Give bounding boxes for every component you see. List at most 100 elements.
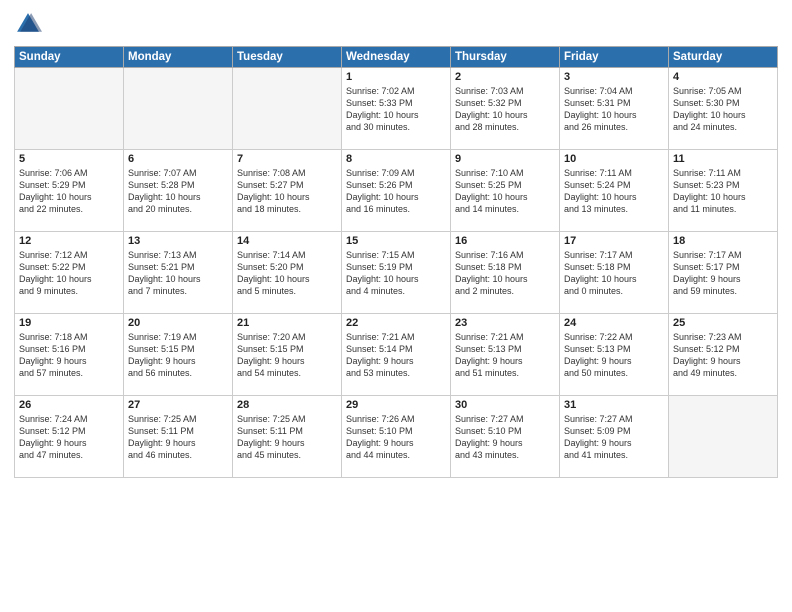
calendar-header-wednesday: Wednesday <box>342 47 451 68</box>
logo <box>14 10 46 38</box>
day-info: Sunrise: 7:04 AM Sunset: 5:31 PM Dayligh… <box>564 85 664 134</box>
day-info: Sunrise: 7:27 AM Sunset: 5:10 PM Dayligh… <box>455 413 555 462</box>
calendar-cell: 9 Sunrise: 7:10 AM Sunset: 5:25 PM Daylig… <box>451 150 560 232</box>
calendar-cell <box>669 396 778 478</box>
day-info: Sunrise: 7:18 AM Sunset: 5:16 PM Dayligh… <box>19 331 119 380</box>
day-number: 16 <box>455 235 555 247</box>
calendar-cell: 15 Sunrise: 7:15 AM Sunset: 5:19 PM Dayli… <box>342 232 451 314</box>
day-number: 14 <box>237 235 337 247</box>
day-info: Sunrise: 7:25 AM Sunset: 5:11 PM Dayligh… <box>237 413 337 462</box>
calendar-cell: 31 Sunrise: 7:27 AM Sunset: 5:09 PM Dayli… <box>560 396 669 478</box>
calendar-cell: 28 Sunrise: 7:25 AM Sunset: 5:11 PM Dayli… <box>233 396 342 478</box>
day-number: 29 <box>346 399 446 411</box>
calendar-cell: 17 Sunrise: 7:17 AM Sunset: 5:18 PM Dayli… <box>560 232 669 314</box>
header <box>14 10 778 38</box>
calendar-header-friday: Friday <box>560 47 669 68</box>
calendar-header-sunday: Sunday <box>15 47 124 68</box>
day-info: Sunrise: 7:09 AM Sunset: 5:26 PM Dayligh… <box>346 167 446 216</box>
day-number: 5 <box>19 153 119 165</box>
day-number: 20 <box>128 317 228 329</box>
calendar-cell: 25Sunrise: 7:23 AM Sunset: 5:12 PM Dayli… <box>669 314 778 396</box>
calendar-cell <box>233 68 342 150</box>
day-info: Sunrise: 7:03 AM Sunset: 5:32 PM Dayligh… <box>455 85 555 134</box>
day-number: 7 <box>237 153 337 165</box>
day-number: 19 <box>19 317 119 329</box>
day-number: 24 <box>564 317 664 329</box>
day-info: Sunrise: 7:06 AM Sunset: 5:29 PM Dayligh… <box>19 167 119 216</box>
day-info: Sunrise: 7:24 AM Sunset: 5:12 PM Dayligh… <box>19 413 119 462</box>
calendar-header-thursday: Thursday <box>451 47 560 68</box>
calendar-cell: 21 Sunrise: 7:20 AM Sunset: 5:15 PM Dayli… <box>233 314 342 396</box>
calendar-cell: 4 Sunrise: 7:05 AM Sunset: 5:30 PM Daylig… <box>669 68 778 150</box>
calendar-cell: 27 Sunrise: 7:25 AM Sunset: 5:11 PM Dayli… <box>124 396 233 478</box>
day-number: 6 <box>128 153 228 165</box>
day-info: Sunrise: 7:21 AM Sunset: 5:13 PM Dayligh… <box>455 331 555 380</box>
day-info: Sunrise: 7:19 AM Sunset: 5:15 PM Dayligh… <box>128 331 228 380</box>
day-info: Sunrise: 7:22 AM Sunset: 5:13 PM Dayligh… <box>564 331 664 380</box>
day-number: 12 <box>19 235 119 247</box>
calendar-cell: 23 Sunrise: 7:21 AM Sunset: 5:13 PM Dayli… <box>451 314 560 396</box>
calendar-cell: 19 Sunrise: 7:18 AM Sunset: 5:16 PM Dayli… <box>15 314 124 396</box>
day-info: Sunrise: 7:05 AM Sunset: 5:30 PM Dayligh… <box>673 85 773 134</box>
day-number: 30 <box>455 399 555 411</box>
day-number: 27 <box>128 399 228 411</box>
calendar-cell: 18Sunrise: 7:17 AM Sunset: 5:17 PM Dayli… <box>669 232 778 314</box>
calendar-week-row: 5 Sunrise: 7:06 AM Sunset: 5:29 PM Daylig… <box>15 150 778 232</box>
calendar-cell: 30 Sunrise: 7:27 AM Sunset: 5:10 PM Dayli… <box>451 396 560 478</box>
day-number: 9 <box>455 153 555 165</box>
calendar-cell: 26Sunrise: 7:24 AM Sunset: 5:12 PM Dayli… <box>15 396 124 478</box>
calendar-week-row: 1 Sunrise: 7:02 AM Sunset: 5:33 PM Daylig… <box>15 68 778 150</box>
day-info: Sunrise: 7:21 AM Sunset: 5:14 PM Dayligh… <box>346 331 446 380</box>
day-info: Sunrise: 7:26 AM Sunset: 5:10 PM Dayligh… <box>346 413 446 462</box>
calendar-cell: 7 Sunrise: 7:08 AM Sunset: 5:27 PM Daylig… <box>233 150 342 232</box>
day-number: 21 <box>237 317 337 329</box>
calendar-cell: 16 Sunrise: 7:16 AM Sunset: 5:18 PM Dayli… <box>451 232 560 314</box>
day-number: 17 <box>564 235 664 247</box>
calendar-cell <box>15 68 124 150</box>
calendar-header-monday: Monday <box>124 47 233 68</box>
day-info: Sunrise: 7:16 AM Sunset: 5:18 PM Dayligh… <box>455 249 555 298</box>
day-info: Sunrise: 7:08 AM Sunset: 5:27 PM Dayligh… <box>237 167 337 216</box>
calendar-cell: 5 Sunrise: 7:06 AM Sunset: 5:29 PM Daylig… <box>15 150 124 232</box>
day-info: Sunrise: 7:02 AM Sunset: 5:33 PM Dayligh… <box>346 85 446 134</box>
day-info: Sunrise: 7:12 AM Sunset: 5:22 PM Dayligh… <box>19 249 119 298</box>
day-info: Sunrise: 7:27 AM Sunset: 5:09 PM Dayligh… <box>564 413 664 462</box>
day-number: 18 <box>673 235 773 247</box>
day-info: Sunrise: 7:17 AM Sunset: 5:18 PM Dayligh… <box>564 249 664 298</box>
calendar-cell: 6 Sunrise: 7:07 AM Sunset: 5:28 PM Daylig… <box>124 150 233 232</box>
calendar-cell: 14Sunrise: 7:14 AM Sunset: 5:20 PM Dayli… <box>233 232 342 314</box>
day-number: 3 <box>564 71 664 83</box>
day-number: 22 <box>346 317 446 329</box>
day-info: Sunrise: 7:10 AM Sunset: 5:25 PM Dayligh… <box>455 167 555 216</box>
day-number: 23 <box>455 317 555 329</box>
calendar-week-row: 12 Sunrise: 7:12 AM Sunset: 5:22 PM Dayli… <box>15 232 778 314</box>
day-number: 31 <box>564 399 664 411</box>
calendar-header-tuesday: Tuesday <box>233 47 342 68</box>
day-info: Sunrise: 7:25 AM Sunset: 5:11 PM Dayligh… <box>128 413 228 462</box>
calendar-header-saturday: Saturday <box>669 47 778 68</box>
calendar-cell <box>124 68 233 150</box>
day-info: Sunrise: 7:15 AM Sunset: 5:19 PM Dayligh… <box>346 249 446 298</box>
day-info: Sunrise: 7:07 AM Sunset: 5:28 PM Dayligh… <box>128 167 228 216</box>
day-number: 15 <box>346 235 446 247</box>
calendar-cell: 10Sunrise: 7:11 AM Sunset: 5:24 PM Dayli… <box>560 150 669 232</box>
day-number: 28 <box>237 399 337 411</box>
day-number: 2 <box>455 71 555 83</box>
calendar-cell: 3 Sunrise: 7:04 AM Sunset: 5:31 PM Daylig… <box>560 68 669 150</box>
day-info: Sunrise: 7:13 AM Sunset: 5:21 PM Dayligh… <box>128 249 228 298</box>
day-number: 4 <box>673 71 773 83</box>
day-number: 13 <box>128 235 228 247</box>
day-info: Sunrise: 7:20 AM Sunset: 5:15 PM Dayligh… <box>237 331 337 380</box>
day-info: Sunrise: 7:11 AM Sunset: 5:23 PM Dayligh… <box>673 167 773 216</box>
calendar-cell: 13 Sunrise: 7:13 AM Sunset: 5:21 PM Dayli… <box>124 232 233 314</box>
calendar-header-row: SundayMondayTuesdayWednesdayThursdayFrid… <box>15 47 778 68</box>
calendar-cell: 2 Sunrise: 7:03 AM Sunset: 5:32 PM Daylig… <box>451 68 560 150</box>
calendar-cell: 8Sunrise: 7:09 AM Sunset: 5:26 PM Daylig… <box>342 150 451 232</box>
day-number: 10 <box>564 153 664 165</box>
day-number: 11 <box>673 153 773 165</box>
calendar-cell: 29 Sunrise: 7:26 AM Sunset: 5:10 PM Dayli… <box>342 396 451 478</box>
calendar-cell: 1 Sunrise: 7:02 AM Sunset: 5:33 PM Daylig… <box>342 68 451 150</box>
calendar-cell: 22 Sunrise: 7:21 AM Sunset: 5:14 PM Dayli… <box>342 314 451 396</box>
page: SundayMondayTuesdayWednesdayThursdayFrid… <box>0 0 792 612</box>
day-number: 1 <box>346 71 446 83</box>
